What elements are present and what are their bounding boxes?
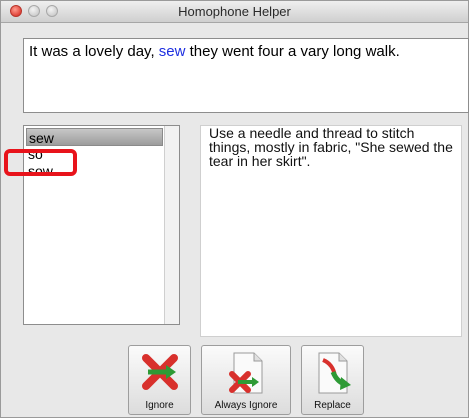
ignore-label: Ignore: [145, 400, 174, 411]
sentence-before: It was a lovely day,: [29, 43, 159, 60]
ignore-button[interactable]: Ignore: [128, 345, 191, 415]
flagged-word[interactable]: sew: [159, 43, 186, 60]
replace-label: Replace: [314, 400, 351, 411]
document-red-x-icon: [229, 352, 263, 394]
document-green-arrow-icon: [318, 352, 351, 394]
list-scrollbar[interactable]: [164, 126, 179, 324]
definition-panel: Use a needle and thread to stitch things…: [200, 125, 462, 337]
sentence-text-area[interactable]: It was a lovely day, sew they went four …: [23, 38, 469, 113]
window-title: Homophone Helper: [178, 4, 291, 19]
always-ignore-button[interactable]: Always Ignore: [201, 345, 291, 415]
homophone-helper-window: Homophone Helper It was a lovely day, se…: [0, 0, 469, 418]
always-ignore-label: Always Ignore: [214, 400, 278, 411]
replace-button[interactable]: Replace: [301, 345, 364, 415]
annotation-highlight-box: [4, 149, 77, 176]
sentence-after: they went four a vary long walk.: [185, 43, 400, 60]
definition-text: Use a needle and thread to stitch things…: [209, 125, 453, 169]
title-bar: Homophone Helper: [1, 1, 468, 23]
red-x-arrow-icon: [141, 354, 178, 390]
list-item-sew[interactable]: sew: [26, 128, 163, 146]
